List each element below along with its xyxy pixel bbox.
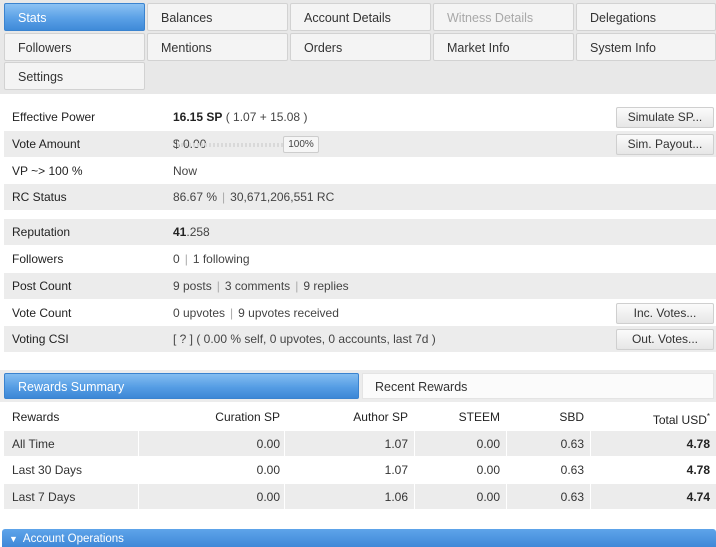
main-tab-bar: Stats Balances Account Details Witness D… bbox=[0, 0, 716, 94]
upvotes-received: 9 upvotes received bbox=[238, 305, 339, 320]
cell-curation-sp: 0.00 bbox=[256, 436, 280, 451]
stats-row-vp: VP ~> 100 % Now bbox=[4, 158, 716, 185]
posts-count: 9 posts bbox=[173, 278, 212, 293]
col-total-usd: Total USD* bbox=[652, 412, 710, 427]
cell-sbd: 0.63 bbox=[560, 436, 584, 451]
tab-settings[interactable]: Settings bbox=[4, 62, 145, 90]
rc-status-label: RC Status bbox=[12, 190, 67, 205]
tab-mentions[interactable]: Mentions bbox=[147, 33, 288, 61]
effective-power-label: Effective Power bbox=[12, 110, 96, 124]
reputation-int: 41 bbox=[173, 225, 187, 240]
row-label: Last 7 Days bbox=[12, 489, 76, 504]
cell-steem: 0.00 bbox=[476, 489, 500, 504]
cell-steem: 0.00 bbox=[476, 463, 500, 477]
tab-account-details[interactable]: Account Details bbox=[290, 3, 431, 31]
reputation-label: Reputation bbox=[12, 225, 71, 240]
stats-row-reputation: Reputation 41.258 bbox=[4, 219, 716, 246]
tab-rewards-summary[interactable]: Rewards Summary bbox=[4, 373, 359, 399]
cell-total-usd: 4.78 bbox=[686, 463, 710, 477]
rc-amount: 30,671,206,551 RC bbox=[230, 190, 335, 205]
voting-csi-label: Voting CSI bbox=[12, 332, 69, 347]
stats-row-followers: Followers 0 | 1 following bbox=[4, 246, 716, 273]
tab-stats[interactable]: Stats bbox=[4, 3, 145, 31]
tab-orders[interactable]: Orders bbox=[290, 33, 431, 61]
cell-author-sp: 1.07 bbox=[384, 463, 408, 477]
simulate-sp-button[interactable]: Simulate SP... bbox=[616, 107, 714, 128]
cell-author-sp: 1.06 bbox=[384, 489, 408, 504]
stats-row-vote-count: Vote Count 0 upvotes | 9 upvotes received … bbox=[4, 300, 716, 327]
rc-percent: 86.67 % bbox=[173, 190, 218, 205]
vp-value: Now bbox=[173, 163, 198, 178]
cell-sbd: 0.63 bbox=[560, 489, 584, 504]
replies-count: 9 replies bbox=[303, 278, 349, 293]
vote-amount-label: Vote Amount bbox=[12, 136, 81, 151]
col-rewards: Rewards bbox=[12, 410, 60, 424]
row-label: All Time bbox=[12, 436, 55, 451]
vote-weight-slider[interactable]: 100% bbox=[177, 135, 319, 153]
voting-csi-value: [ ? ] ( 0.00 % self, 0 upvotes, 0 accoun… bbox=[173, 332, 436, 347]
sim-payout-button[interactable]: Sim. Payout... bbox=[616, 133, 714, 155]
out-votes-button[interactable]: Out. Votes... bbox=[616, 329, 714, 351]
tab-recent-rewards[interactable]: Recent Rewards bbox=[362, 373, 714, 399]
comments-count: 3 comments bbox=[224, 278, 291, 293]
stats-row-post-count: Post Count 9 posts | 3 comments | 9 replies bbox=[4, 272, 716, 300]
cell-curation-sp: 0.00 bbox=[256, 463, 280, 477]
rewards-tab-bar: Rewards Summary Recent Rewards bbox=[0, 370, 716, 402]
slider-track bbox=[177, 142, 285, 147]
table-row: Last 7 Days 0.00 1.06 0.00 0.63 4.74 bbox=[4, 483, 716, 510]
total-usd-footnote: * bbox=[706, 412, 710, 421]
inc-votes-button[interactable]: Inc. Votes... bbox=[616, 302, 714, 324]
col-steem: STEEM bbox=[458, 410, 500, 424]
table-row: All Time 0.00 1.07 0.00 0.63 4.78 bbox=[4, 430, 716, 457]
stats-row-rc-status: RC Status 86.67 % | 30,671,206,551 RC bbox=[4, 184, 716, 212]
following-count: 1 following bbox=[192, 251, 250, 266]
cell-author-sp: 1.07 bbox=[384, 436, 408, 451]
col-author-sp: Author SP bbox=[353, 410, 408, 424]
stats-row-voting-csi: Voting CSI [ ? ] ( 0.00 % self, 0 upvote… bbox=[4, 326, 716, 354]
effective-power-detail: ( 1.07 + 15.08 ) bbox=[225, 110, 308, 124]
tab-market-info[interactable]: Market Info bbox=[433, 33, 574, 61]
upvotes-count: 0 upvotes bbox=[173, 305, 226, 320]
chevron-down-icon: ▼ bbox=[9, 534, 18, 544]
cell-total-usd: 4.78 bbox=[686, 436, 710, 451]
vote-count-label: Vote Count bbox=[12, 305, 72, 320]
cell-curation-sp: 0.00 bbox=[256, 489, 280, 504]
followers-label: Followers bbox=[12, 251, 64, 266]
account-operations-bar[interactable]: ▼ Account Operations bbox=[2, 529, 716, 547]
tab-witness-details[interactable]: Witness Details bbox=[433, 3, 574, 31]
stats-row-vote-amount: Vote Amount $ 0.00 100% Sim. Payout... bbox=[4, 130, 716, 158]
tab-balances[interactable]: Balances bbox=[147, 3, 288, 31]
cell-sbd: 0.63 bbox=[560, 463, 584, 477]
rewards-table: Rewards Curation SP Author SP STEEM SBD … bbox=[4, 404, 716, 510]
stats-row-effective-power: Effective Power 16.15 SP ( 1.07 + 15.08 … bbox=[4, 104, 716, 131]
tab-followers[interactable]: Followers bbox=[4, 33, 145, 61]
table-row: Last 30 Days 0.00 1.07 0.00 0.63 4.78 bbox=[4, 457, 716, 484]
slider-handle[interactable]: 100% bbox=[283, 135, 319, 153]
post-count-label: Post Count bbox=[12, 278, 72, 293]
col-sbd: SBD bbox=[559, 410, 584, 424]
cell-total-usd: 4.74 bbox=[686, 489, 710, 504]
effective-power-value: 16.15 SP bbox=[173, 110, 223, 124]
followers-count: 0 bbox=[173, 251, 180, 266]
cell-steem: 0.00 bbox=[476, 436, 500, 451]
row-label: Last 30 Days bbox=[12, 463, 83, 477]
account-operations-label: Account Operations bbox=[22, 533, 124, 545]
tab-system-info[interactable]: System Info bbox=[576, 33, 716, 61]
col-curation-sp: Curation SP bbox=[215, 410, 280, 424]
reputation-dec: .258 bbox=[186, 225, 210, 240]
stats-table: Effective Power 16.15 SP ( 1.07 + 15.08 … bbox=[4, 104, 716, 354]
rewards-header-row: Rewards Curation SP Author SP STEEM SBD … bbox=[4, 404, 716, 431]
vp-label: VP ~> 100 % bbox=[12, 163, 83, 178]
tab-delegations[interactable]: Delegations bbox=[576, 3, 716, 31]
